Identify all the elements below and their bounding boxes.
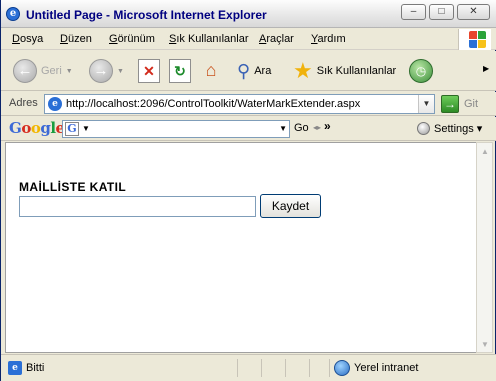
refresh-button[interactable]: ↻ bbox=[169, 56, 191, 86]
settings-button[interactable]: Settings ▾ bbox=[434, 122, 482, 135]
status-divider bbox=[261, 359, 262, 377]
vertical-scrollbar[interactable]: ▲ ▼ bbox=[476, 142, 493, 353]
google-g-icon[interactable]: G bbox=[65, 122, 79, 136]
address-label: Adres bbox=[9, 97, 38, 109]
favorites-button[interactable]: ★ Sık Kullanılanlar bbox=[293, 56, 396, 86]
intranet-zone-icon bbox=[334, 360, 350, 376]
menu-help[interactable]: Yardım bbox=[311, 33, 346, 45]
mailing-list-heading: MAİLLİSTE KATIL bbox=[19, 180, 127, 194]
go-button[interactable]: Git bbox=[464, 98, 478, 110]
status-bar: e Bitti Yerel intranet bbox=[1, 354, 496, 381]
address-input[interactable]: e http://localhost:2096/ControlToolkit/W… bbox=[44, 94, 435, 114]
google-engine-dropdown-icon[interactable]: ▼ bbox=[82, 124, 90, 133]
status-text: Bitti bbox=[26, 362, 45, 374]
scroll-down-icon[interactable]: ▼ bbox=[481, 340, 489, 349]
menu-file[interactable]: Dosya bbox=[12, 33, 43, 45]
google-go-button[interactable]: Go bbox=[294, 122, 309, 134]
stop-button[interactable]: ✕ bbox=[138, 56, 160, 86]
favorites-star-icon: ★ bbox=[293, 58, 313, 83]
search-button[interactable]: ⚲ Ara bbox=[237, 56, 271, 86]
home-icon: ⌂ bbox=[205, 60, 217, 80]
stop-icon: ✕ bbox=[138, 59, 160, 83]
email-field[interactable] bbox=[19, 196, 256, 217]
forward-button[interactable]: → ▼ bbox=[89, 56, 124, 86]
browser-window: e Untitled Page - Microsoft Internet Exp… bbox=[0, 0, 496, 381]
google-logo[interactable]: Google bbox=[9, 119, 65, 137]
window-title: Untitled Page - Microsoft Internet Explo… bbox=[26, 8, 267, 22]
menu-bar: Dosya Düzen Görünüm Sık Kullanılanlar Ar… bbox=[1, 28, 496, 50]
back-dropdown-icon[interactable]: ▼ bbox=[66, 68, 73, 75]
status-divider bbox=[309, 359, 310, 377]
page-icon: e bbox=[48, 97, 62, 111]
favorites-label: Sık Kullanılanlar bbox=[316, 65, 397, 77]
back-arrow-icon: ← bbox=[13, 59, 37, 83]
home-button[interactable]: ⌂ bbox=[200, 56, 222, 86]
status-divider bbox=[285, 359, 286, 377]
ie-icon: e bbox=[6, 7, 20, 21]
menu-edit[interactable]: Düzen bbox=[60, 33, 92, 45]
forward-arrow-icon: → bbox=[89, 59, 113, 83]
menu-tools[interactable]: Araçlar bbox=[259, 33, 294, 45]
menu-view[interactable]: Görünüm bbox=[109, 33, 155, 45]
address-bar: Adres e http://localhost:2096/ControlToo… bbox=[1, 92, 496, 116]
toolbar-overflow-icon[interactable]: ▶ bbox=[483, 64, 489, 73]
go-arrow-icon[interactable]: → bbox=[441, 95, 459, 113]
back-label: Geri bbox=[41, 65, 62, 77]
google-more-icon[interactable]: » bbox=[324, 119, 331, 133]
title-bar: e Untitled Page - Microsoft Internet Exp… bbox=[1, 0, 496, 28]
search-label: Ara bbox=[254, 65, 272, 77]
google-search-dropdown-icon[interactable]: ▼ bbox=[279, 124, 287, 133]
standard-toolbar: ← Geri ▼ → ▼ ✕ ↻ ⌂ ⚲ Ara ★ Sık Kullanıla… bbox=[1, 51, 496, 91]
page-content: MAİLLİSTE KATIL Kaydet bbox=[5, 142, 476, 353]
google-search-input[interactable]: G ▼ ▼ bbox=[62, 120, 290, 138]
search-icon: ⚲ bbox=[237, 60, 251, 81]
media-icon: ◷ bbox=[409, 59, 433, 83]
windows-logo-icon bbox=[458, 29, 491, 50]
google-nav-arrows-icon[interactable]: ◂▸ bbox=[313, 123, 321, 132]
media-button[interactable]: ◷ bbox=[409, 56, 433, 86]
address-dropdown-icon[interactable]: ▼ bbox=[418, 95, 434, 113]
close-button[interactable]: ✕ bbox=[457, 4, 490, 20]
security-zone-label: Yerel intranet bbox=[354, 362, 419, 374]
refresh-icon: ↻ bbox=[169, 59, 191, 83]
page-status-icon: e bbox=[8, 361, 22, 375]
scroll-up-icon[interactable]: ▲ bbox=[481, 147, 489, 156]
maximize-button[interactable]: □ bbox=[429, 4, 454, 20]
address-url[interactable]: http://localhost:2096/ControlToolkit/Wat… bbox=[66, 98, 360, 110]
google-toolbar: Google G ▼ ▼ Go ◂▸ » Settings ▾ bbox=[1, 117, 496, 141]
menu-favorites[interactable]: Sık Kullanılanlar bbox=[169, 33, 249, 45]
status-divider bbox=[329, 359, 330, 377]
settings-icon[interactable] bbox=[417, 122, 430, 135]
minimize-button[interactable]: – bbox=[401, 4, 426, 20]
forward-dropdown-icon[interactable]: ▼ bbox=[117, 68, 124, 75]
status-divider bbox=[237, 359, 238, 377]
back-button[interactable]: ← Geri ▼ bbox=[13, 56, 73, 86]
save-button[interactable]: Kaydet bbox=[260, 194, 321, 218]
